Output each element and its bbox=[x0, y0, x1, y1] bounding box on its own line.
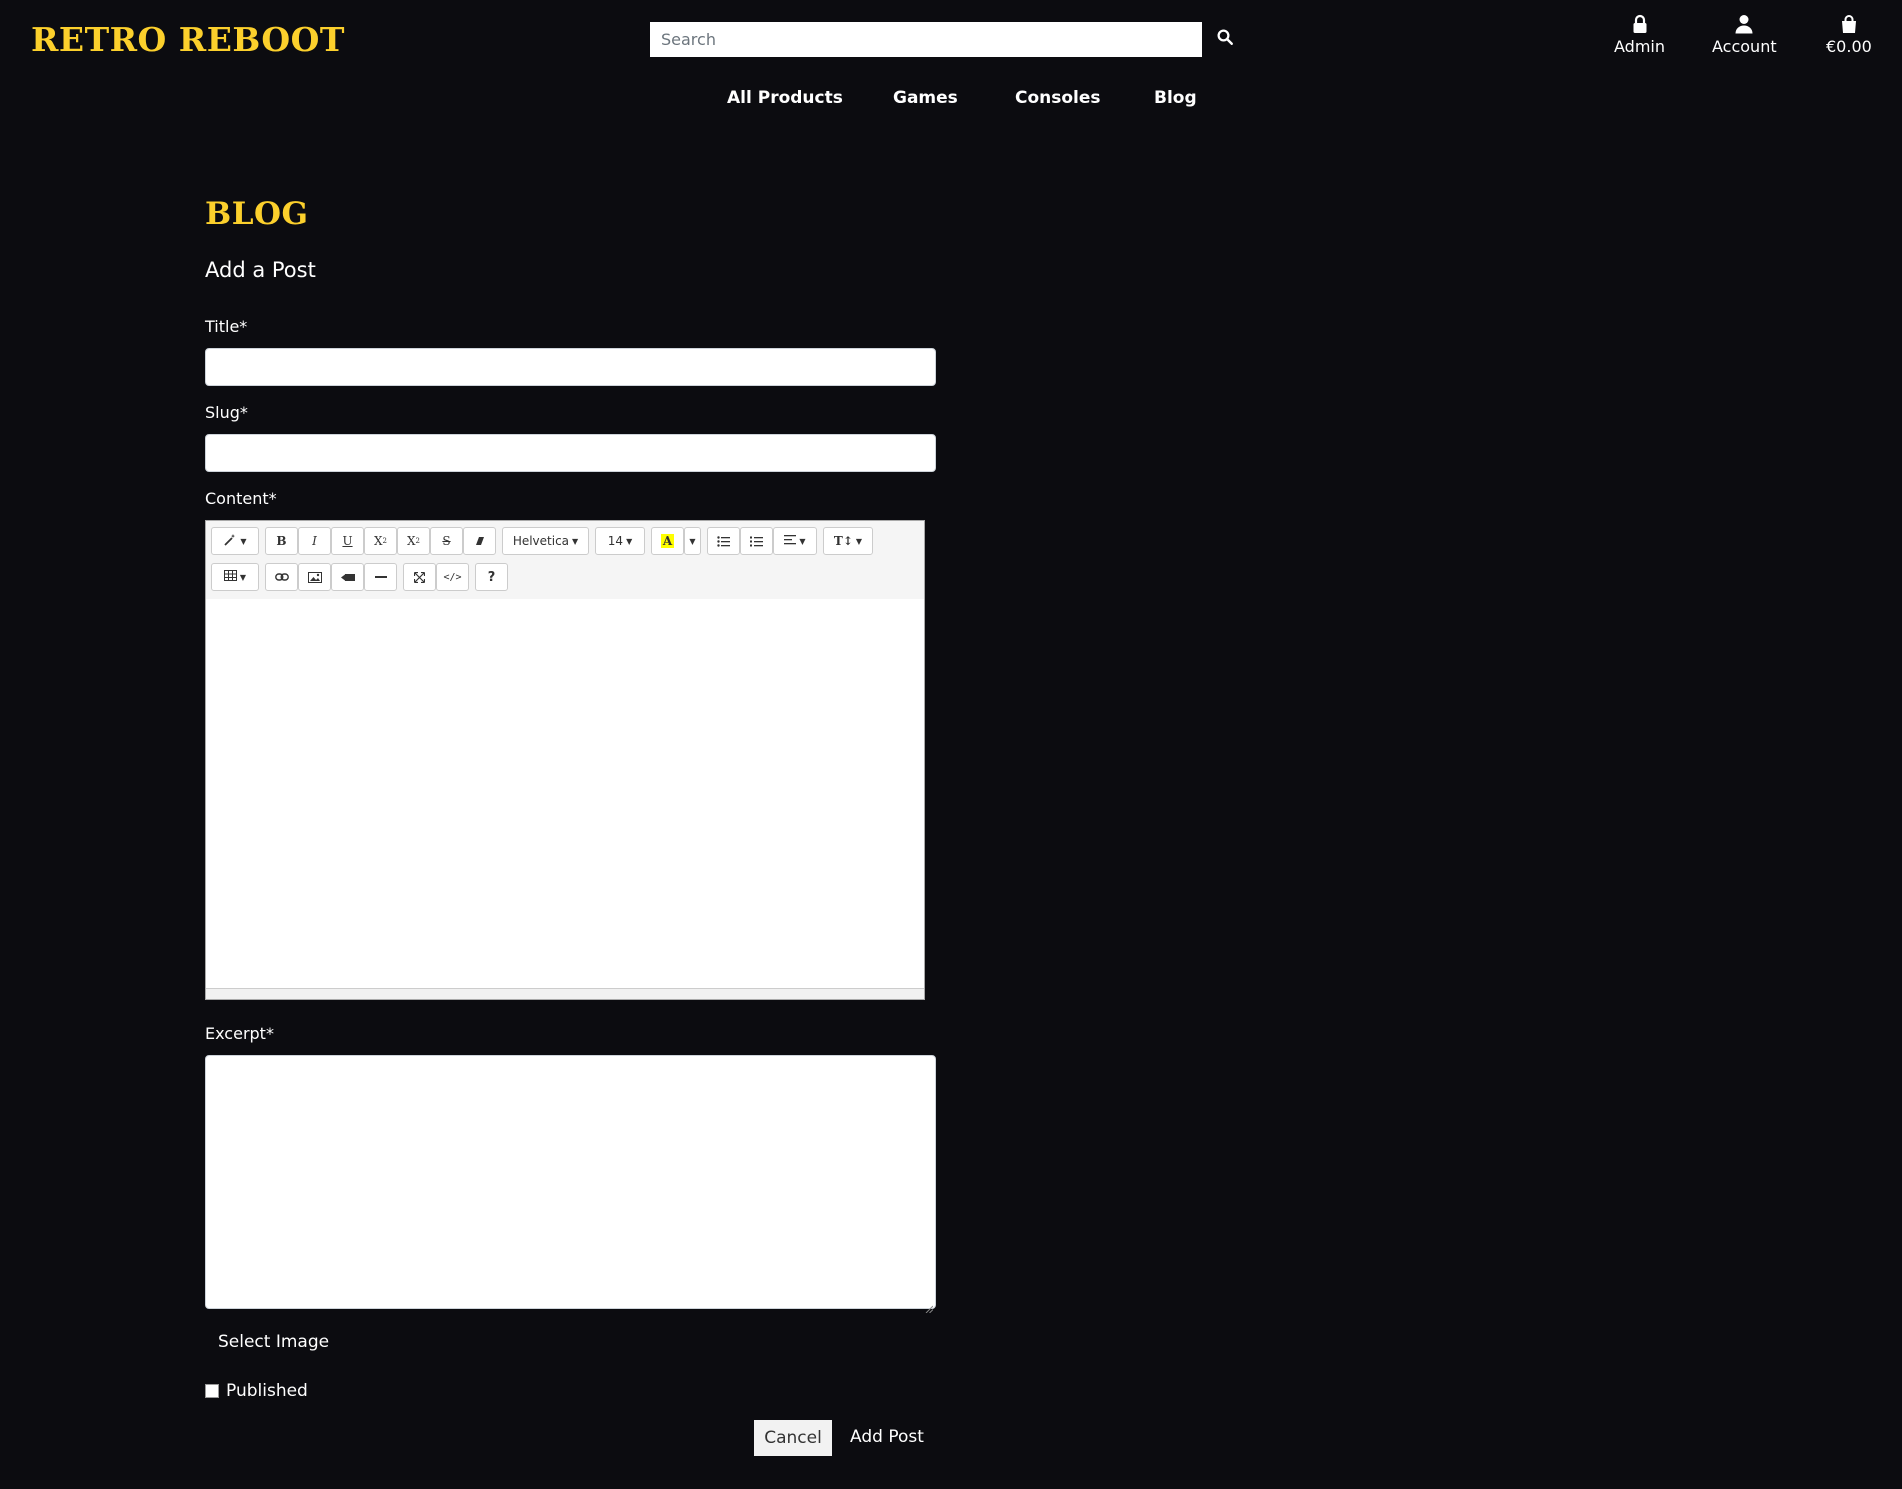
style-dropdown[interactable]: ▼ bbox=[211, 527, 259, 555]
video-icon[interactable] bbox=[331, 563, 364, 591]
rich-text-editor: ▼ B I U X2 X2 S Helvetica ▼ 14 ▼ A ▼ ▼ T↕ ▼… bbox=[205, 520, 925, 1000]
site-logo[interactable]: RETRO REBOOT bbox=[31, 20, 345, 59]
unordered-list-icon[interactable] bbox=[707, 527, 740, 555]
caret-down-icon: ▼ bbox=[799, 536, 806, 546]
subscript-icon[interactable]: X2 bbox=[397, 527, 430, 555]
select-image-button[interactable]: Select Image bbox=[218, 1332, 329, 1352]
bold-icon[interactable]: B bbox=[265, 527, 298, 555]
ordered-list-icon[interactable] bbox=[740, 527, 773, 555]
search-input[interactable] bbox=[650, 22, 1202, 57]
nav-consoles[interactable]: Consoles bbox=[1015, 88, 1101, 108]
user-icon bbox=[1712, 14, 1777, 34]
caret-down-icon: ▼ bbox=[626, 536, 633, 546]
published-label[interactable]: Published bbox=[226, 1381, 308, 1401]
superscript-icon[interactable]: X2 bbox=[364, 527, 397, 555]
underline-icon[interactable]: U bbox=[331, 527, 364, 555]
help-icon[interactable]: ? bbox=[475, 563, 508, 591]
caret-down-icon: ▼ bbox=[572, 536, 579, 546]
slug-label: Slug* bbox=[205, 403, 248, 422]
italic-icon[interactable]: I bbox=[298, 527, 331, 555]
published-toggle: Published bbox=[205, 1381, 308, 1401]
fullscreen-icon[interactable] bbox=[403, 563, 436, 591]
eraser-icon[interactable] bbox=[463, 527, 496, 555]
caret-down-icon: ▼ bbox=[689, 536, 696, 546]
text-color-icon: A bbox=[660, 534, 675, 548]
cancel-button[interactable]: Cancel bbox=[754, 1420, 832, 1456]
account-label: Account bbox=[1712, 37, 1777, 56]
strikethrough-icon[interactable]: S bbox=[430, 527, 463, 555]
nav-all-products[interactable]: All Products bbox=[727, 88, 843, 108]
caret-down-icon: ▼ bbox=[855, 536, 863, 546]
content-label: Content* bbox=[205, 489, 277, 508]
font-size-dropdown[interactable]: 14 ▼ bbox=[595, 527, 645, 555]
table-dropdown[interactable]: ▼ bbox=[211, 563, 259, 591]
title-label: Title* bbox=[205, 317, 248, 336]
font-size-value: 14 bbox=[607, 534, 624, 548]
title-input[interactable] bbox=[205, 348, 936, 386]
slug-input[interactable] bbox=[205, 434, 936, 472]
admin-link[interactable]: Admin bbox=[1614, 14, 1665, 56]
page-subtitle: Add a Post bbox=[205, 258, 316, 282]
search-icon[interactable] bbox=[1216, 28, 1240, 52]
admin-label: Admin bbox=[1614, 37, 1665, 56]
excerpt-textarea[interactable] bbox=[205, 1055, 936, 1314]
table-icon bbox=[223, 570, 237, 584]
link-icon[interactable] bbox=[265, 563, 298, 591]
align-left-icon bbox=[784, 534, 797, 548]
page-title: BLOG bbox=[205, 196, 309, 232]
add-post-button[interactable]: Add Post bbox=[850, 1427, 924, 1447]
editor-resize-bar[interactable] bbox=[206, 988, 924, 999]
caret-down-icon: ▼ bbox=[239, 572, 247, 582]
magic-wand-icon bbox=[223, 533, 237, 550]
lock-icon bbox=[1614, 14, 1665, 34]
resize-grip-icon[interactable] bbox=[925, 1298, 934, 1314]
shopping-bag-icon bbox=[1826, 14, 1872, 34]
cart-total: €0.00 bbox=[1826, 37, 1872, 56]
line-height-icon: T↕ bbox=[833, 534, 853, 548]
line-height-dropdown[interactable]: T↕ ▼ bbox=[823, 527, 873, 555]
excerpt-label: Excerpt* bbox=[205, 1024, 274, 1043]
cart-link[interactable]: €0.00 bbox=[1826, 14, 1872, 56]
align-dropdown[interactable]: ▼ bbox=[773, 527, 817, 555]
editor-toolbar: ▼ B I U X2 X2 S Helvetica ▼ 14 ▼ A ▼ ▼ T↕ ▼… bbox=[206, 521, 924, 600]
font-family-value: Helvetica bbox=[512, 534, 570, 548]
published-checkbox[interactable] bbox=[205, 1384, 219, 1398]
horizontal-rule-icon[interactable] bbox=[364, 563, 397, 591]
search-bar bbox=[650, 22, 1233, 57]
nav-games[interactable]: Games bbox=[893, 88, 958, 108]
font-family-dropdown[interactable]: Helvetica ▼ bbox=[502, 527, 589, 555]
nav-blog[interactable]: Blog bbox=[1154, 88, 1197, 108]
caret-down-icon: ▼ bbox=[240, 536, 247, 546]
image-icon[interactable] bbox=[298, 563, 331, 591]
code-view-icon[interactable]: </> bbox=[436, 563, 469, 591]
account-link[interactable]: Account bbox=[1712, 14, 1777, 56]
color-dropdown[interactable]: ▼ bbox=[684, 527, 701, 555]
editor-content-area[interactable] bbox=[206, 599, 924, 989]
highlight-color-button[interactable]: A bbox=[651, 527, 684, 555]
